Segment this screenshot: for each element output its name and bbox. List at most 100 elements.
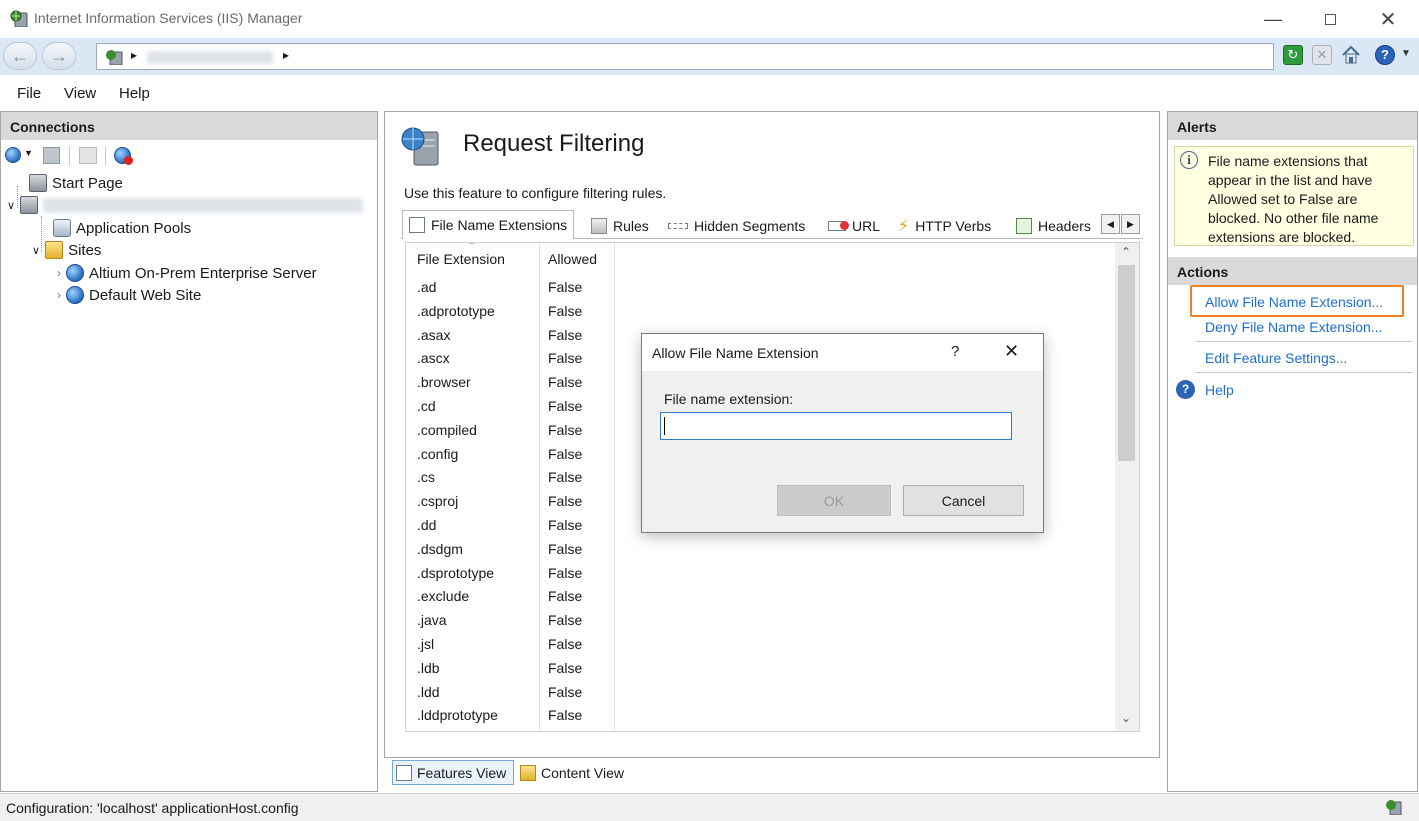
- column-header-file-extension[interactable]: File Extension: [417, 251, 505, 267]
- tab-http-verbs[interactable]: ⚡ HTTP Verbs: [892, 213, 997, 239]
- tab-url[interactable]: URL: [822, 213, 886, 239]
- cell-allowed: False: [548, 421, 583, 438]
- up-level-icon[interactable]: [79, 147, 97, 164]
- expand-chevron-icon[interactable]: ›: [57, 266, 61, 280]
- cell-file-extension: .csproj: [417, 493, 459, 510]
- dialog-close-icon[interactable]: ✕: [1004, 341, 1019, 362]
- minimize-button[interactable]: —: [1250, 0, 1296, 38]
- alerts-header: Alerts: [1168, 112, 1417, 140]
- tree-server-node[interactable]: ∨: [7, 196, 364, 214]
- collapse-chevron-icon[interactable]: ∨: [32, 244, 40, 257]
- tab-hidden-segments[interactable]: Hidden Segments: [662, 213, 811, 239]
- home-icon[interactable]: [1340, 44, 1362, 66]
- server-icon: [105, 49, 123, 66]
- start-page-icon: [29, 174, 47, 192]
- tab-scroll-left-button[interactable]: ◀: [1101, 214, 1120, 234]
- table-row[interactable]: .adprototype False: [406, 301, 1106, 324]
- features-view-tab[interactable]: Features View: [392, 760, 514, 785]
- document-icon: [409, 217, 425, 233]
- cell-file-extension: .dsprototype: [417, 564, 495, 581]
- sites-folder-icon: [45, 241, 64, 259]
- content-view-tab[interactable]: Content View: [517, 760, 639, 785]
- cell-allowed: False: [548, 540, 583, 557]
- help-icon[interactable]: ?: [1176, 380, 1195, 399]
- breadcrumb-arrow-icon[interactable]: ▸: [283, 48, 289, 62]
- cell-allowed: False: [548, 350, 583, 367]
- cell-file-extension: .asax: [417, 326, 451, 343]
- menu-file[interactable]: File: [17, 85, 41, 102]
- connect-dropdown-icon[interactable]: ▼: [24, 148, 33, 158]
- tab-rules[interactable]: Rules: [585, 213, 655, 239]
- cell-file-extension: .adprototype: [417, 302, 495, 319]
- tree-application-pools[interactable]: Application Pools: [53, 219, 191, 237]
- cell-file-extension: .exclude: [417, 588, 470, 605]
- connections-header: Connections: [1, 112, 377, 140]
- tree-site-item[interactable]: › Altium On-Prem Enterprise Server: [57, 264, 317, 282]
- menu-view[interactable]: View: [64, 85, 96, 102]
- forward-button[interactable]: →: [42, 42, 76, 70]
- deny-file-name-extension-link[interactable]: Deny File Name Extension...: [1205, 319, 1382, 335]
- tree-site-item[interactable]: › Default Web Site: [57, 286, 201, 304]
- help-icon[interactable]: ?: [1375, 45, 1395, 65]
- status-text: Configuration: 'localhost' applicationHo…: [6, 800, 299, 816]
- column-header-allowed[interactable]: Allowed: [548, 251, 597, 267]
- table-row[interactable]: .java False: [406, 610, 1106, 633]
- tab-file-name-extensions[interactable]: File Name Extensions: [402, 210, 575, 239]
- back-button[interactable]: ←: [3, 42, 37, 70]
- table-row[interactable]: .dsprototype False: [406, 563, 1106, 586]
- maximize-button[interactable]: [1307, 0, 1353, 38]
- collapse-chevron-icon[interactable]: ∨: [7, 199, 15, 212]
- status-bar: Configuration: 'localhost' applicationHo…: [0, 793, 1419, 821]
- allow-file-name-extension-link[interactable]: Allow File Name Extension...: [1205, 294, 1383, 310]
- breadcrumb-server-name[interactable]: [147, 51, 273, 64]
- help-link[interactable]: Help: [1205, 382, 1234, 398]
- connections-toolbar: ▼: [3, 144, 375, 168]
- cell-file-extension: .ad: [417, 279, 437, 295]
- address-bar[interactable]: ▸ ▸: [96, 43, 1274, 70]
- actions-header: Actions: [1168, 257, 1417, 285]
- cancel-button[interactable]: Cancel: [903, 485, 1024, 516]
- table-row[interactable]: .exclude False: [406, 586, 1106, 609]
- vertical-scrollbar[interactable]: ⌃ ⌄: [1115, 243, 1139, 731]
- edit-feature-settings-link[interactable]: Edit Feature Settings...: [1205, 350, 1347, 366]
- cell-allowed: False: [548, 659, 583, 676]
- cell-file-extension: .ascx: [417, 350, 450, 367]
- title-bar: Internet Information Services (IIS) Mana…: [0, 0, 1419, 38]
- table-row[interactable]: .dsdgm False: [406, 539, 1106, 562]
- scrollbar-thumb[interactable]: [1118, 265, 1135, 461]
- cell-allowed: False: [548, 302, 583, 319]
- ok-button[interactable]: OK: [777, 485, 891, 516]
- features-view-icon: [396, 764, 412, 781]
- text-cursor: [664, 417, 665, 435]
- table-row[interactable]: .ldb False: [406, 658, 1106, 681]
- cell-file-extension: .jsl: [417, 636, 435, 652]
- file-name-extension-input[interactable]: [660, 412, 1012, 440]
- cell-file-extension: .dd: [417, 517, 437, 533]
- table-row[interactable]: .jsl False: [406, 634, 1106, 657]
- connect-icon[interactable]: [5, 147, 21, 163]
- menu-help[interactable]: Help: [119, 85, 150, 102]
- scroll-up-icon[interactable]: ⌃: [1121, 245, 1131, 259]
- application-pools-icon: [53, 219, 71, 237]
- tree-sites[interactable]: ∨ Sites: [32, 241, 101, 259]
- help-dropdown-icon[interactable]: ▼: [1401, 48, 1411, 59]
- cell-file-extension: .dsdgm: [417, 540, 463, 557]
- close-button[interactable]: ✕: [1365, 0, 1411, 38]
- tab-scroll-right-button[interactable]: ▶: [1121, 214, 1140, 234]
- scroll-down-icon[interactable]: ⌄: [1121, 711, 1131, 725]
- refresh-icon[interactable]: ↻: [1283, 45, 1303, 65]
- cell-allowed: False: [548, 469, 583, 486]
- table-row[interactable]: .ldd False: [406, 682, 1106, 705]
- cell-file-extension: .config: [417, 445, 459, 462]
- table-row[interactable]: .lddprototype False: [406, 705, 1106, 728]
- tree-site-label: Altium On-Prem Enterprise Server: [89, 264, 317, 282]
- breadcrumb-arrow-icon[interactable]: ▸: [131, 48, 137, 62]
- dialog-help-button[interactable]: ?: [951, 343, 959, 360]
- cell-allowed: False: [548, 683, 583, 700]
- save-icon[interactable]: [43, 147, 60, 164]
- tree-start-page[interactable]: Start Page: [29, 174, 123, 192]
- tab-headers[interactable]: Headers: [1010, 213, 1100, 239]
- table-row[interactable]: .ad False: [406, 277, 1106, 300]
- expand-chevron-icon[interactable]: ›: [57, 288, 61, 302]
- stop-icon[interactable]: ✕: [1312, 45, 1332, 65]
